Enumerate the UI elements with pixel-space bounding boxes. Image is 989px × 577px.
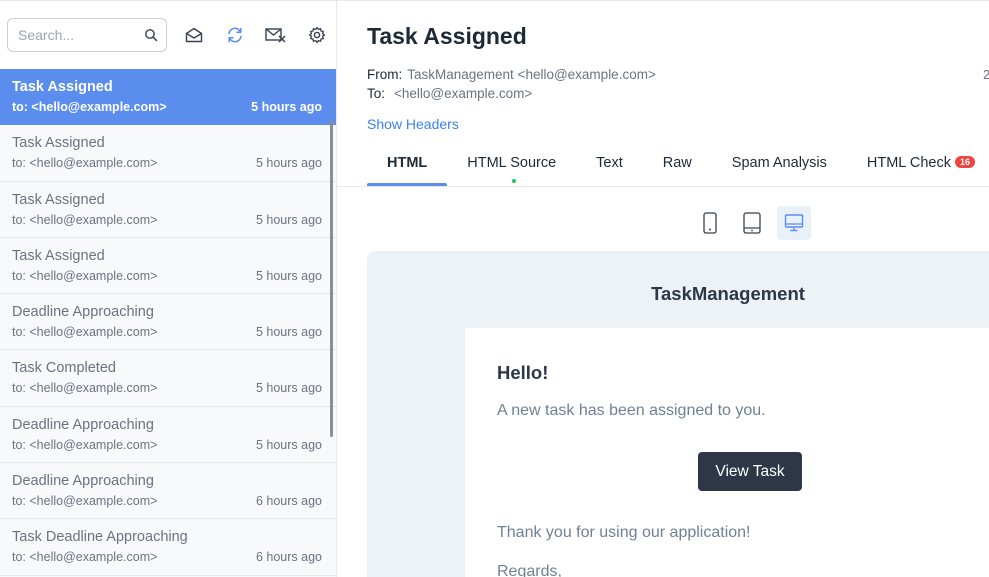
tab-text[interactable]: Text xyxy=(576,141,643,187)
tab-label: Raw xyxy=(662,155,692,171)
email-body-card: Hello! A new task has been assigned to y… xyxy=(465,328,989,577)
message-time: 5 hours ago xyxy=(255,325,322,340)
message-subject: Task Completed xyxy=(12,360,116,377)
message-subject: Deadline Approaching xyxy=(12,416,154,433)
message-recipient: to: <hello@example.com> xyxy=(12,494,158,509)
from-label: From: xyxy=(367,67,403,82)
sidebar-toolbar xyxy=(0,0,336,69)
message-subject: Task Deadline Approaching xyxy=(12,529,188,546)
email-preview: TaskManagement Hello! A new task has bee… xyxy=(367,251,989,577)
tab-label: HTML xyxy=(387,155,428,171)
email-thanks: Thank you for using our application! xyxy=(497,524,751,541)
tab-label: Text xyxy=(596,155,623,171)
view-task-button[interactable]: View Task xyxy=(698,452,802,491)
message-subject: Deadline Approaching xyxy=(12,304,154,321)
message-recipient: to: <hello@example.com> xyxy=(12,100,167,114)
message-recipient: to: <hello@example.com> xyxy=(12,325,158,340)
list-item[interactable]: Task Assigned to: <hello@example.com> 5 h… xyxy=(0,125,336,182)
message-time: 5 hours ago xyxy=(255,212,322,227)
tab-raw[interactable]: Raw xyxy=(643,141,712,187)
list-scrollbar[interactable] xyxy=(330,120,333,437)
gear-icon[interactable] xyxy=(303,21,331,49)
message-time: 6 hours ago xyxy=(255,494,322,509)
message-date: 2 xyxy=(983,67,989,82)
tab-html-source[interactable]: HTML Source xyxy=(447,141,576,187)
tablet-icon[interactable] xyxy=(735,206,769,240)
tab-html[interactable]: HTML xyxy=(367,141,448,187)
message-view: Task Assigned From: TaskManagement <hello… xyxy=(337,0,989,577)
view-tabs: HTML HTML Source Text Raw Spam Analysis … xyxy=(367,141,989,187)
desktop-icon[interactable] xyxy=(777,206,811,240)
html-check-badge: 16 xyxy=(954,156,975,168)
refresh-icon[interactable] xyxy=(221,21,249,49)
message-subject: Task Assigned xyxy=(12,247,105,264)
message-recipient: to: <hello@example.com> xyxy=(12,437,158,452)
tab-label: Spam Analysis xyxy=(731,155,827,171)
list-item[interactable]: Task Assigned to: <hello@example.com> 5 h… xyxy=(0,181,336,238)
email-greeting: Hello! xyxy=(497,362,549,383)
list-item[interactable]: Task Assigned to: <hello@example.com> 5 h… xyxy=(0,69,336,126)
message-time: 6 hours ago xyxy=(255,550,322,565)
message-recipient: to: <hello@example.com> xyxy=(12,212,158,227)
tab-label: HTML Check xyxy=(866,155,951,171)
list-item[interactable]: Task Assigned to: <hello@example.com> 5 h… xyxy=(0,237,336,295)
list-item[interactable]: Task Completed to: <hello@example.com> 5 … xyxy=(0,350,336,407)
message-subject: Task Assigned xyxy=(12,191,105,208)
message-time: 5 hours ago xyxy=(255,381,322,396)
search-box[interactable] xyxy=(7,18,167,52)
message-recipient: to: <hello@example.com> xyxy=(12,550,158,565)
message-time: 5 hours ago xyxy=(255,156,322,171)
message-recipient: to: <hello@example.com> xyxy=(12,268,158,283)
message-list: Task Assigned to: <hello@example.com> 5 h… xyxy=(0,69,336,576)
message-recipient: to: <hello@example.com> xyxy=(12,156,158,171)
list-item[interactable]: Deadline Approaching to: <hello@example.… xyxy=(0,406,336,464)
email-brand: TaskManagement xyxy=(651,283,805,304)
list-item[interactable]: Task Deadline Approaching to: <hello@exa… xyxy=(0,519,336,576)
sidebar: Task Assigned to: <hello@example.com> 5 h… xyxy=(0,0,337,577)
email-regards: Regards, xyxy=(497,563,562,577)
to-row: To: <hello@example.com> xyxy=(367,86,532,101)
list-item[interactable]: Deadline Approaching to: <hello@example.… xyxy=(0,294,336,351)
mail-open-icon[interactable] xyxy=(180,21,208,49)
tab-spam-analysis[interactable]: Spam Analysis xyxy=(712,141,847,187)
to-label: To: xyxy=(367,86,386,101)
tab-label: HTML Source xyxy=(467,155,557,171)
show-headers-link[interactable]: Show Headers xyxy=(367,116,459,132)
message-recipient: to: <hello@example.com> xyxy=(12,381,158,396)
to-value: <hello@example.com> xyxy=(394,86,533,101)
mail-delete-icon[interactable] xyxy=(262,21,290,49)
message-time: 5 hours ago xyxy=(255,437,322,452)
from-row: From: TaskManagement <hello@example.com> xyxy=(367,67,656,82)
mobile-icon[interactable] xyxy=(693,206,727,240)
message-time: 5 hours ago xyxy=(255,268,322,283)
tab-html-check[interactable]: HTML Check 16 xyxy=(847,141,989,187)
message-subject: Deadline Approaching xyxy=(12,473,154,490)
list-item[interactable]: Deadline Approaching to: <hello@example.… xyxy=(0,463,336,520)
message-subject: Task Assigned xyxy=(12,79,113,95)
search-input[interactable] xyxy=(18,27,138,43)
from-value: TaskManagement <hello@example.com> xyxy=(407,67,656,82)
device-switcher xyxy=(693,206,819,240)
search-icon[interactable] xyxy=(144,28,158,42)
message-subject: Task Assigned xyxy=(12,135,105,152)
page-title: Task Assigned xyxy=(367,23,527,49)
email-intro: A new task has been assigned to you. xyxy=(497,402,766,419)
message-time: 5 hours ago xyxy=(251,100,322,114)
tabs-divider xyxy=(337,186,989,187)
status-dot xyxy=(511,179,516,183)
